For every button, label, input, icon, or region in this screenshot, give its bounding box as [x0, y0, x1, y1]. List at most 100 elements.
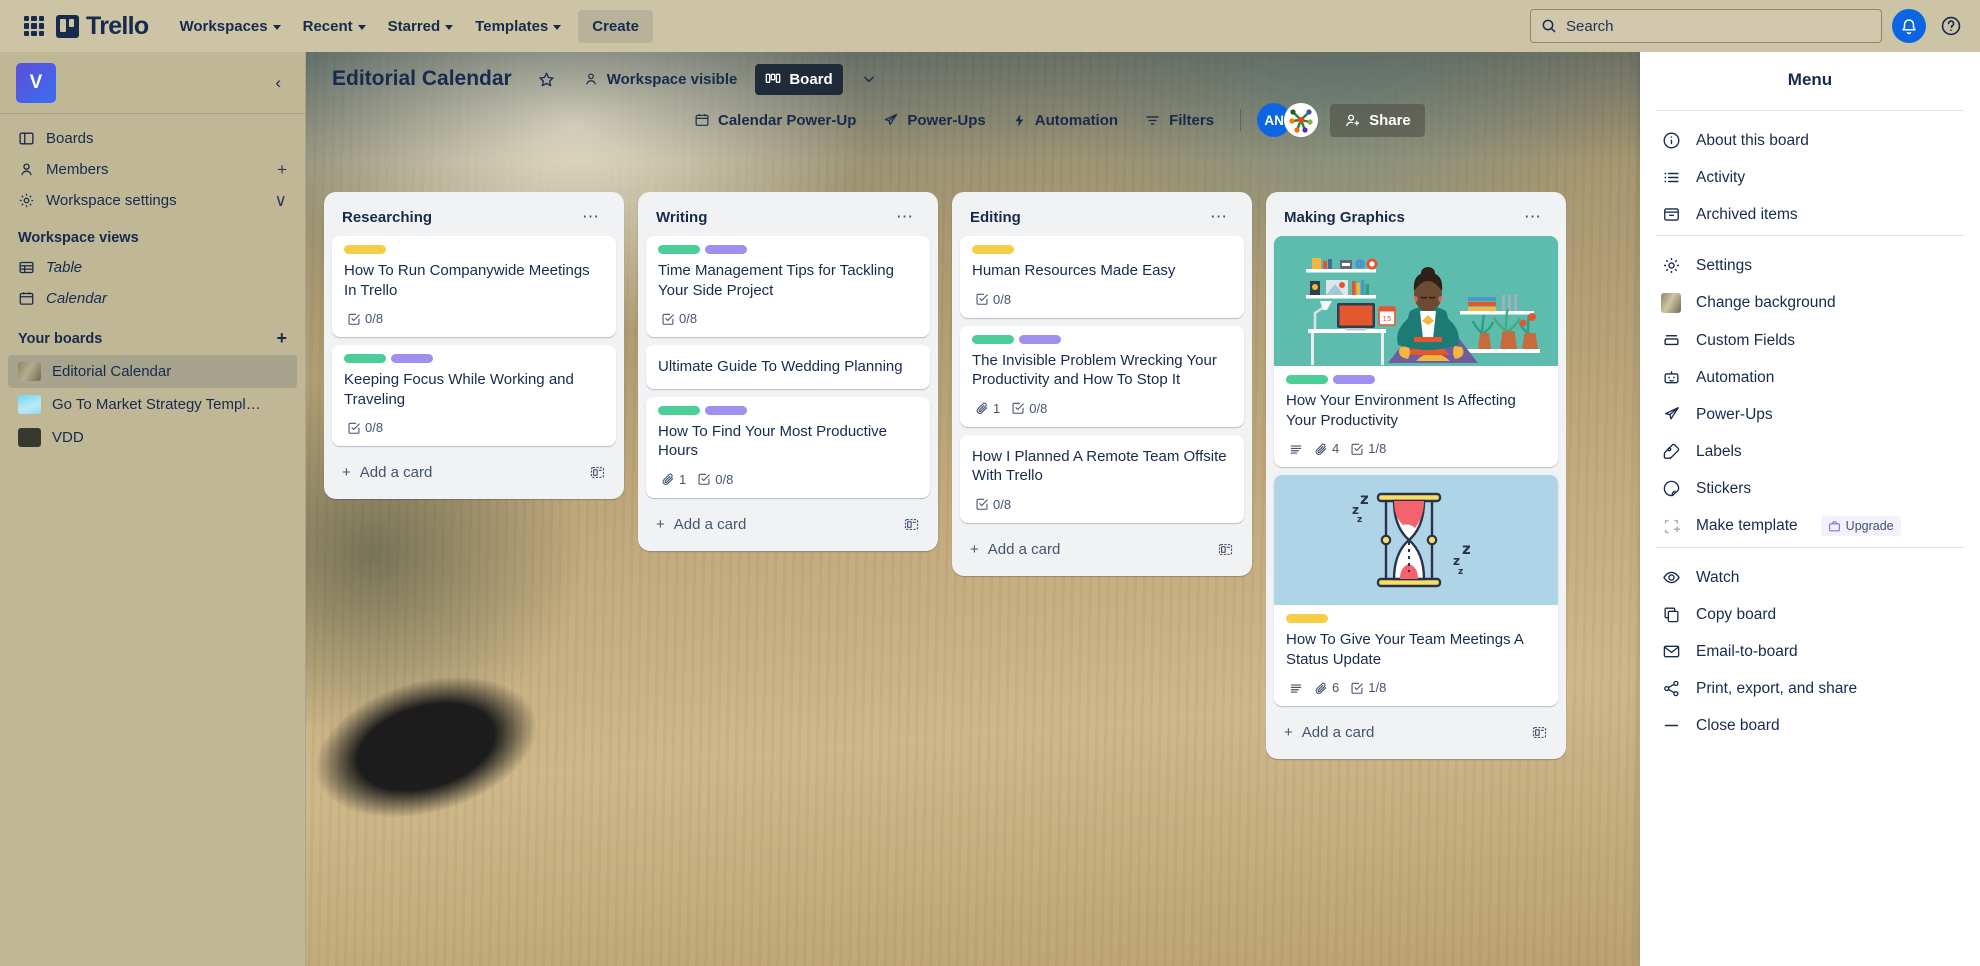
search-input[interactable]: Search — [1530, 9, 1882, 43]
list-actions-icon[interactable]: ⋯ — [1204, 208, 1234, 226]
sidebar-item-table[interactable]: Table — [8, 252, 297, 283]
card[interactable]: 15 How Your Environment Is Affecting You… — [1274, 236, 1558, 468]
menu-item-labels[interactable]: Labels — [1640, 433, 1980, 470]
list-writing: Writing ⋯ Time Management Tips for Tackl… — [638, 192, 938, 551]
list-title[interactable]: Writing — [656, 209, 707, 226]
card[interactable]: z z z z z z How To Give Your Team Meetin… — [1274, 475, 1558, 707]
calendar-power-up-button[interactable]: Calendar Power-Up — [684, 105, 866, 136]
menu-item-close-board[interactable]: Close board — [1640, 707, 1980, 744]
share-button[interactable]: Share — [1330, 103, 1425, 137]
notifications-button[interactable] — [1892, 9, 1926, 43]
workspace-avatar[interactable]: V — [16, 62, 56, 103]
board-view-button[interactable]: Board — [755, 63, 843, 95]
menu-item-about-this-board[interactable]: About this board — [1640, 122, 1980, 159]
board-visibility-button[interactable]: Workspace visible — [573, 64, 748, 95]
card-label-purple[interactable] — [1019, 334, 1061, 344]
nav-workspaces[interactable]: Workspaces — [169, 11, 292, 42]
menu-item-power-ups[interactable]: Power-Ups — [1640, 396, 1980, 433]
automation-button[interactable]: Automation — [1002, 105, 1128, 136]
menu-item-settings[interactable]: Settings — [1640, 247, 1980, 284]
card-label-purple[interactable] — [1333, 375, 1375, 385]
card-template-icon[interactable] — [903, 516, 920, 533]
nav-templates[interactable]: Templates — [464, 11, 572, 42]
menu-item-automation[interactable]: Automation — [1640, 359, 1980, 396]
sidebar-board-vdd[interactable]: VDD — [8, 421, 297, 454]
card-label-purple[interactable] — [391, 354, 433, 364]
trello-logo[interactable]: Trello — [56, 12, 149, 41]
upgrade-label: Upgrade — [1845, 519, 1894, 533]
sidebar-item-boards[interactable]: Boards — [8, 123, 297, 154]
menu-item-custom-fields[interactable]: Custom Fields — [1640, 322, 1980, 359]
board-view-switcher-button[interactable] — [851, 64, 887, 94]
attachment-badge: 4 — [1311, 439, 1342, 458]
card-label-green[interactable] — [658, 405, 700, 415]
card-template-icon[interactable] — [1217, 541, 1234, 558]
card[interactable]: Keeping Focus While Working and Travelin… — [332, 345, 616, 447]
card[interactable]: How I Planned A Remote Team Offsite With… — [960, 434, 1244, 523]
add-card-button[interactable]: + Add a card — [332, 454, 616, 491]
card-title: Time Management Tips for Tackling Your S… — [658, 262, 894, 299]
sticker-icon — [1660, 479, 1682, 498]
nav-recent[interactable]: Recent — [292, 11, 377, 42]
avatar[interactable] — [1284, 103, 1319, 137]
add-board-button[interactable]: + — [276, 328, 287, 349]
card-template-icon[interactable] — [1531, 724, 1548, 741]
list-title[interactable]: Making Graphics — [1284, 209, 1405, 226]
card-label-green[interactable] — [972, 334, 1014, 344]
card-label-purple[interactable] — [705, 245, 747, 255]
add-card-button[interactable]: + Add a card — [1274, 714, 1558, 751]
board-thumbnail-icon — [18, 362, 41, 381]
menu-item-stickers[interactable]: Stickers — [1640, 470, 1980, 507]
menu-item-activity[interactable]: Activity — [1640, 159, 1980, 196]
card-label-yellow[interactable] — [1286, 614, 1328, 624]
card[interactable]: The Invisible Problem Wrecking Your Prod… — [960, 325, 1244, 427]
help-button[interactable] — [1936, 11, 1966, 41]
list-actions-icon[interactable]: ⋯ — [1518, 208, 1548, 226]
filters-button[interactable]: Filters — [1134, 105, 1224, 136]
sidebar-board-editorial-calendar[interactable]: Editorial Calendar — [8, 355, 297, 388]
info-icon — [1660, 131, 1682, 150]
create-button[interactable]: Create — [578, 9, 653, 43]
card-label-green[interactable] — [1286, 375, 1328, 385]
menu-item-watch[interactable]: Watch — [1640, 559, 1980, 596]
list-title[interactable]: Researching — [342, 209, 432, 226]
board-title[interactable]: Editorial Calendar — [324, 63, 520, 95]
sidebar-board-go-to-market[interactable]: Go To Market Strategy Templ… — [8, 388, 297, 421]
add-card-button[interactable]: + Add a card — [646, 506, 930, 543]
add-card-button[interactable]: + Add a card — [960, 531, 1244, 568]
menu-item-print-export-share[interactable]: Print, export, and share — [1640, 670, 1980, 707]
menu-item-email-to-board[interactable]: Email-to-board — [1640, 633, 1980, 670]
card-label-purple[interactable] — [705, 405, 747, 415]
card-label-yellow[interactable] — [344, 245, 386, 255]
power-ups-button[interactable]: Power-Ups — [872, 105, 995, 136]
add-member-button[interactable]: + — [277, 161, 287, 178]
card[interactable]: How To Run Companywide Meetings In Trell… — [332, 236, 616, 338]
apps-grid-icon[interactable] — [24, 16, 44, 36]
menu-item-copy-board[interactable]: Copy board — [1640, 596, 1980, 633]
card-labels — [658, 245, 918, 255]
sidebar-item-calendar[interactable]: Calendar — [8, 283, 297, 314]
list-actions-icon[interactable]: ⋯ — [576, 208, 606, 226]
card[interactable]: Time Management Tips for Tackling Your S… — [646, 236, 930, 338]
sidebar-item-members[interactable]: Members + — [8, 154, 297, 185]
menu-item-change-background[interactable]: Change background — [1640, 284, 1980, 322]
card[interactable]: How To Find Your Most Productive Hours 1 — [646, 396, 930, 498]
card-label-green[interactable] — [658, 245, 700, 255]
star-board-button[interactable] — [528, 64, 565, 95]
list-title[interactable]: Editing — [970, 209, 1021, 226]
upgrade-badge[interactable]: Upgrade — [1820, 516, 1901, 536]
list-actions-icon[interactable]: ⋯ — [890, 208, 920, 226]
nav-starred[interactable]: Starred — [377, 11, 465, 42]
collapse-sidebar-button[interactable]: ‹ — [267, 69, 289, 97]
search-placeholder: Search — [1566, 17, 1614, 35]
card-label-yellow[interactable] — [972, 245, 1014, 255]
menu-item-archived-items[interactable]: Archived items — [1640, 196, 1980, 233]
card-badges: 0/8 — [344, 418, 604, 437]
menu-item-make-template[interactable]: Make template Upgrade — [1640, 507, 1980, 545]
sidebar-item-workspace-settings[interactable]: Workspace settings ∨ — [8, 185, 297, 216]
card[interactable]: Ultimate Guide To Wedding Planning — [646, 345, 930, 389]
card-template-icon[interactable] — [589, 464, 606, 481]
chevron-down-icon[interactable]: ∨ — [275, 192, 287, 209]
card[interactable]: Human Resources Made Easy 0/8 — [960, 236, 1244, 318]
card-label-green[interactable] — [344, 354, 386, 364]
